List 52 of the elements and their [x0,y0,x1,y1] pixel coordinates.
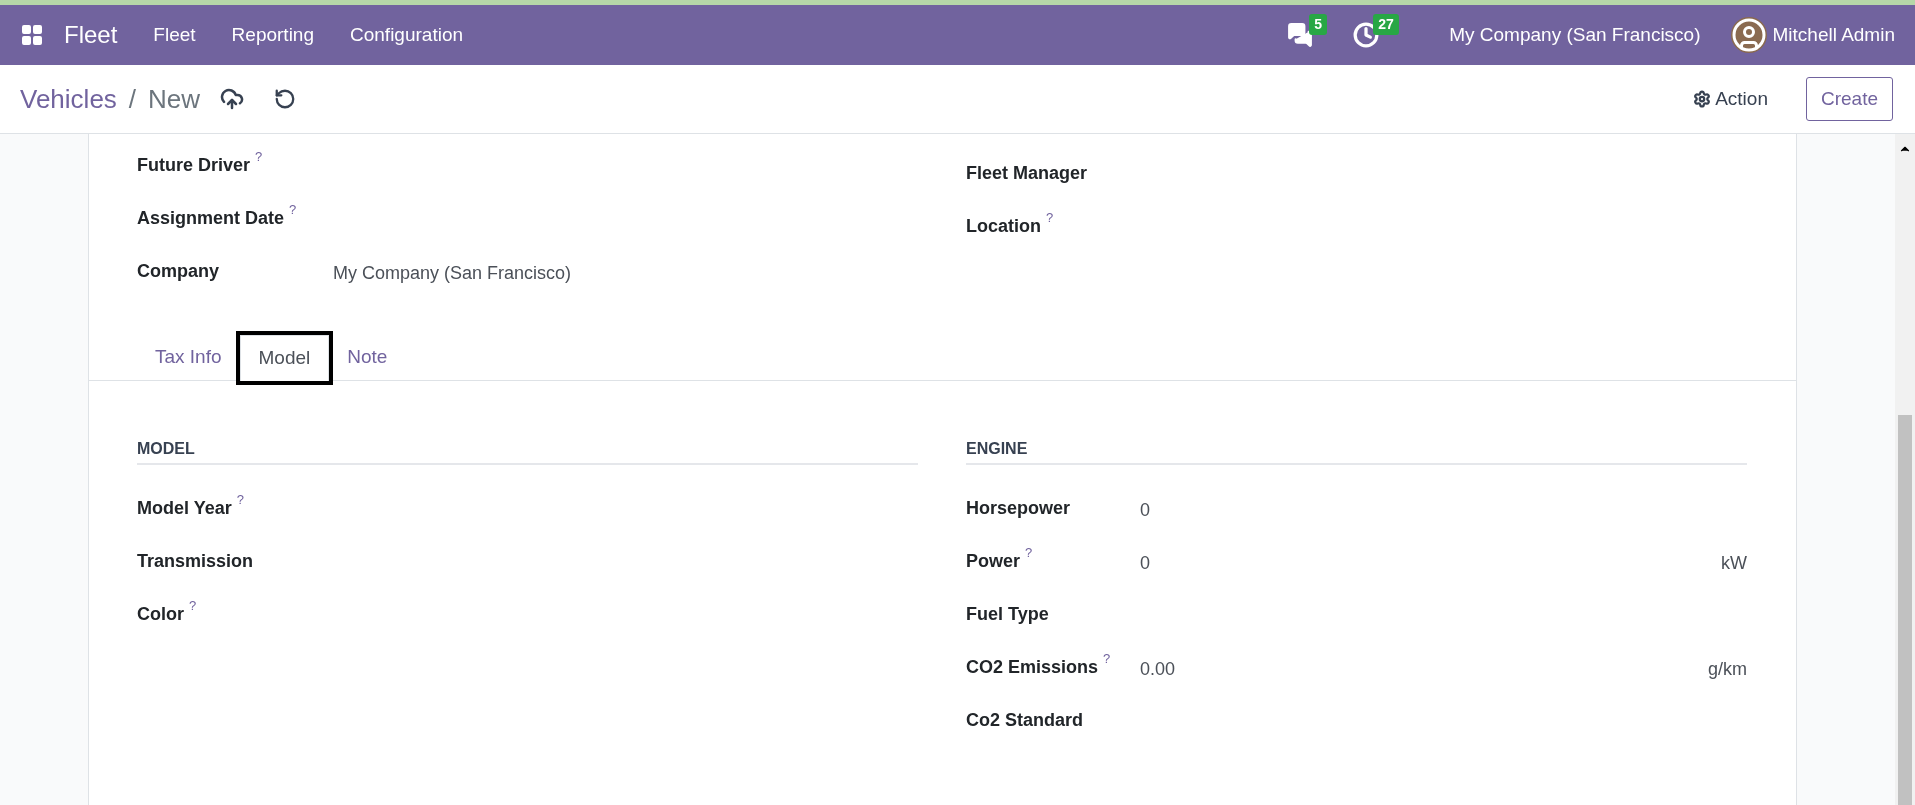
gear-icon [1693,90,1712,108]
user-menu[interactable]: Mitchell Admin [1772,20,1895,50]
nav-menu-item[interactable]: Reporting [231,20,314,50]
field-label: Company [137,260,219,283]
clock-icon[interactable] [1353,22,1380,48]
field-label: Transmission [137,550,254,573]
save-icon[interactable] [220,87,245,111]
field-value[interactable]: 0 [1140,497,1150,524]
field-value[interactable]: My Company (San Francisco) [333,260,572,287]
help-tooltip[interactable]: ? [189,599,197,613]
company-switcher[interactable]: My Company (San Francisco) [1449,20,1701,50]
section-header: ENGINE [966,437,1747,465]
field-label: Model Year [137,497,232,520]
field-label: Co2 Standard [966,709,1084,732]
help-tooltip[interactable]: ? [1046,211,1054,225]
nav-menu-item[interactable]: Fleet [153,20,196,50]
field-value[interactable]: 0.00 [1140,656,1176,683]
field-label: Color [137,603,184,626]
field-label: Location [966,215,1041,238]
field-label: Power [966,550,1021,573]
count-badge: 5 [1309,14,1327,35]
field-value[interactable]: 0 [1140,550,1150,577]
help-tooltip[interactable]: ? [1103,652,1111,666]
field-label: Future Driver [137,154,251,177]
avatar-icon [1730,17,1767,53]
app-menu-icon[interactable] [20,23,44,47]
breadcrumb-current: New [148,82,201,116]
scrollbar[interactable] [1895,134,1915,805]
field-label: Fleet Manager [966,162,1088,185]
form-tab[interactable]: Tax Info [137,334,240,380]
field-label: CO2 Emissions [966,656,1099,679]
field-label: Horsepower [966,497,1071,520]
section-header: MODEL [137,437,918,465]
field-label: Assignment Date [137,207,285,230]
action-button[interactable]: Action [1693,84,1768,114]
unit-label: g/km [1708,658,1747,681]
help-tooltip[interactable]: ? [255,150,263,164]
form-tab[interactable]: Note [329,334,406,380]
chat-icon[interactable] [1287,22,1314,48]
unit-label: kW [1721,552,1747,575]
help-tooltip[interactable]: ? [1025,546,1033,560]
field-label: Fuel Type [966,603,1049,626]
help-tooltip[interactable]: ? [236,493,244,507]
discard-icon[interactable] [274,88,297,110]
breadcrumb-link[interactable]: Vehicles [20,79,117,119]
scroll-thumb[interactable] [1898,415,1912,805]
create-button[interactable]: Create [1805,77,1893,121]
nav-menu-item[interactable]: Configuration [350,20,464,50]
count-badge: 27 [1373,14,1399,35]
help-tooltip[interactable]: ? [289,203,297,217]
app-name[interactable]: Fleet [64,17,118,53]
breadcrumb-separator: / [128,82,137,116]
